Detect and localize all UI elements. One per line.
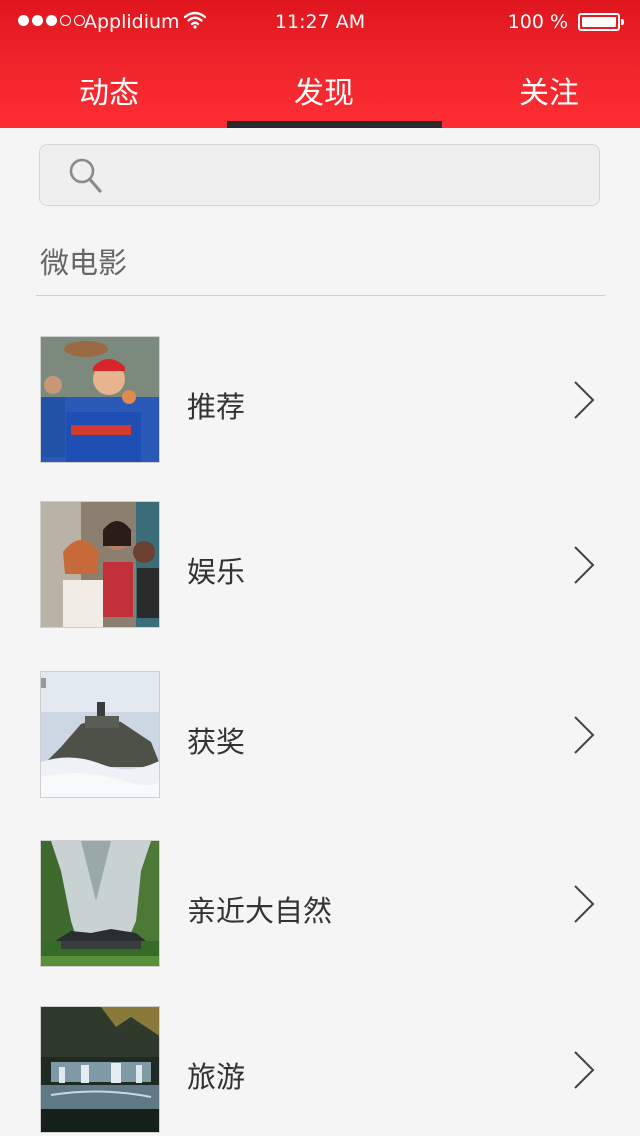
active-tab-indicator: [227, 121, 442, 128]
kids-baseball-photo: [40, 336, 160, 463]
tab-faxian[interactable]: 发现: [294, 68, 354, 112]
status-bar: Applidium 11:27 AM 100 %: [0, 0, 640, 44]
list-item-qinjin-daziran[interactable]: 亲近大自然: [0, 840, 640, 968]
search-icon: [69, 158, 102, 193]
list-item-lvyou[interactable]: 旅游: [0, 1006, 640, 1134]
girls-group-photo: [40, 501, 160, 628]
section-title: 微电影: [40, 246, 128, 280]
battery-icon: [578, 13, 624, 31]
chevron-right-icon: [574, 716, 595, 754]
battery-percentage: 100 %: [507, 11, 568, 33]
item-label: 亲近大自然: [187, 894, 333, 928]
list-item-huojiang[interactable]: 获奖: [0, 671, 640, 799]
app-header: Applidium 11:27 AM 100 % 动态 发现 关注: [0, 0, 640, 128]
waterfall-photo: [40, 1006, 160, 1133]
chevron-right-icon: [574, 885, 595, 923]
tab-guanzhu[interactable]: 关注: [519, 68, 579, 112]
tab-dongtai[interactable]: 动态: [79, 68, 139, 112]
item-label: 旅游: [187, 1060, 246, 1094]
green-valley-village-photo: [40, 840, 160, 967]
hilltop-town-in-clouds-photo: [40, 671, 160, 798]
list-item-tuijian[interactable]: 推荐: [0, 336, 640, 464]
chevron-right-icon: [574, 1051, 595, 1089]
item-label: 推荐: [187, 390, 246, 424]
section-divider: [36, 295, 605, 296]
item-label: 娱乐: [187, 555, 246, 589]
chevron-right-icon: [574, 546, 595, 584]
item-label: 获奖: [187, 725, 246, 759]
chevron-right-icon: [574, 381, 595, 419]
list-item-yule[interactable]: 娱乐: [0, 501, 640, 629]
search-input[interactable]: [39, 144, 600, 206]
